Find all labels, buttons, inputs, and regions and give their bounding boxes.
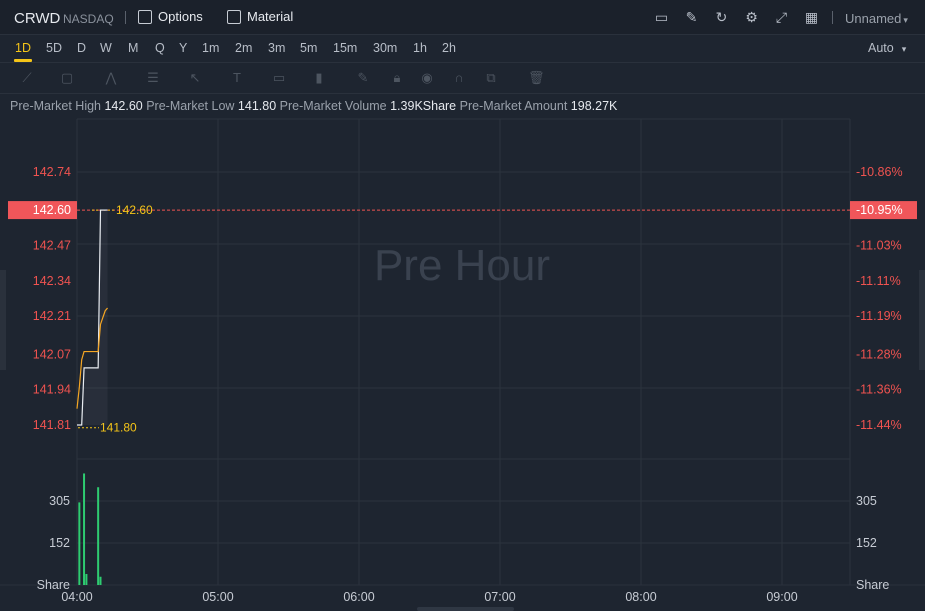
time-scroll-handle	[417, 607, 514, 611]
high-marker-label: 142.60	[116, 203, 153, 217]
percent-axis-label: -11.11%	[856, 274, 901, 288]
price-axis-label: 141.94	[33, 383, 71, 397]
volume-bar	[99, 576, 102, 585]
percent-axis-label: -11.36%	[856, 383, 902, 397]
percent-axis-label: -11.44%	[856, 418, 902, 432]
price-axis-label: 141.81	[33, 418, 71, 432]
time-axis-label: 04:00	[61, 590, 92, 604]
price-axis-label: 142.74	[33, 165, 71, 179]
volume-axis-label: 305	[49, 494, 70, 508]
percent-axis-label: -11.03%	[856, 238, 902, 252]
time-axis-label: 06:00	[343, 590, 374, 604]
volume-axis-label-right: Share	[856, 578, 889, 592]
volume-axis-label-right: 305	[856, 494, 877, 508]
current-percent-label: -10.95%	[856, 203, 903, 217]
left-panel-handle[interactable]	[0, 270, 6, 370]
percent-axis-label: -11.28%	[856, 347, 902, 361]
time-axis-label: 07:00	[484, 590, 515, 604]
price-axis-label: 142.07	[33, 347, 71, 361]
volume-bar	[97, 487, 100, 585]
time-axis-label: 09:00	[766, 590, 797, 604]
volume-bar	[78, 502, 81, 585]
volume-axis-label-right: 152	[856, 536, 877, 550]
price-axis-label: 142.21	[33, 309, 71, 323]
time-axis-label: 08:00	[625, 590, 656, 604]
watermark-text: Pre Hour	[374, 241, 550, 290]
percent-axis-label: -11.19%	[856, 309, 902, 323]
current-price-label: 142.60	[33, 203, 71, 217]
time-axis-label: 05:00	[202, 590, 233, 604]
volume-bar	[85, 573, 88, 585]
price-axis-label: 142.47	[33, 238, 71, 252]
volume-bar	[83, 473, 86, 585]
price-axis-label: 142.34	[33, 274, 71, 288]
percent-axis-label: -10.86%	[856, 165, 903, 179]
right-panel-handle[interactable]	[919, 270, 925, 370]
volume-axis-label: 152	[49, 536, 70, 550]
price-chart[interactable]: Pre Hour 142.74 142.47 142.34 142.21 142.07 14…	[0, 0, 925, 611]
